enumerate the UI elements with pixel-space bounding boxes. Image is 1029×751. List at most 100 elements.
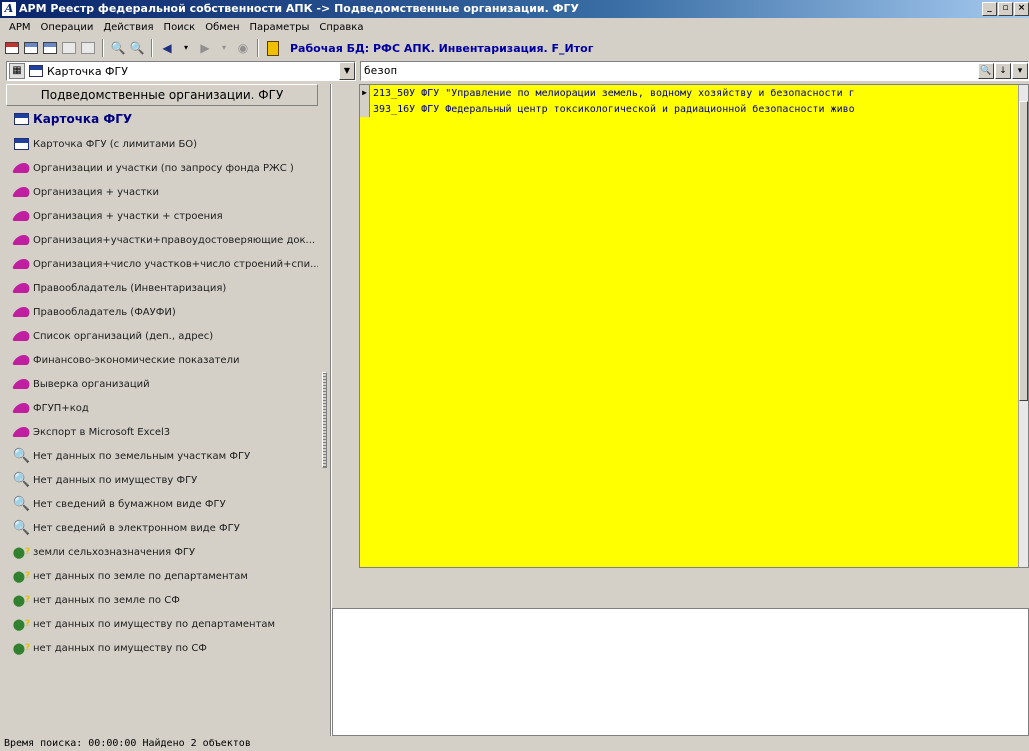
- menu-operations[interactable]: Операции: [36, 22, 99, 33]
- form-item-label: Организация+участки+правоудостоверяющие …: [33, 234, 316, 246]
- form-item[interactable]: Финансово-экономические показатели: [6, 348, 318, 372]
- form-item[interactable]: Организация+число участков+число строени…: [6, 252, 318, 276]
- form-item[interactable]: Организация + участки + строения: [6, 204, 318, 228]
- result-row-text: 393_16У ФГУ Федеральный центр токсиколог…: [373, 103, 855, 115]
- transfer-disabled-icon: [62, 42, 76, 54]
- magnifier-icon: 🔍: [12, 448, 31, 464]
- form-item-label: Финансово-экономические показатели: [33, 354, 240, 366]
- form-item-label: Организации и участки (по запросу фонда …: [33, 162, 294, 174]
- arrow-icon: [11, 185, 32, 200]
- views-icon[interactable]: ▦: [9, 63, 25, 79]
- form-item-label: нет данных по имуществу по СФ: [33, 642, 207, 654]
- scrollbar-thumb[interactable]: [1019, 101, 1028, 401]
- form-item-label: Карточка ФГУ (с лимитами БО): [33, 138, 198, 150]
- panel-header: Подведомственные организации. ФГУ: [6, 84, 318, 106]
- form-item[interactable]: ⬤? земли сельхозназначения ФГУ: [6, 540, 318, 564]
- form-item[interactable]: Список организаций (деп., адрес): [6, 324, 318, 348]
- form-item[interactable]: Выверка организаций: [6, 372, 318, 396]
- find-button[interactable]: 🔍: [110, 40, 126, 56]
- form-item[interactable]: Организации и участки (по запросу фонда …: [6, 156, 318, 180]
- db-transfer-button[interactable]: [42, 40, 58, 56]
- form-item-label: Нет сведений в бумажном виде ФГУ: [33, 498, 226, 510]
- view-selector-dropdown[interactable]: ▼: [339, 62, 355, 80]
- form-item-label: земли сельхозназначения ФГУ: [33, 546, 196, 558]
- arrow-icon: [11, 209, 32, 224]
- help-button[interactable]: ◉: [235, 40, 251, 56]
- menu-exchange[interactable]: Обмен: [200, 22, 244, 33]
- find-next-button[interactable]: 🔍: [129, 40, 145, 56]
- search-dropdown[interactable]: ▾: [1012, 63, 1028, 79]
- db-list-button[interactable]: [23, 40, 39, 56]
- db-open-button[interactable]: [4, 40, 20, 56]
- form-item[interactable]: ⬤? нет данных по земле по департаментам: [6, 564, 318, 588]
- menu-actions[interactable]: Действия: [98, 22, 158, 33]
- query-icon: ⬤?: [12, 593, 31, 607]
- form-item[interactable]: 🔍 Нет данных по земельным участкам ФГУ: [6, 444, 318, 468]
- toolbar-separator: [151, 39, 153, 57]
- form-item[interactable]: 🔍 Нет сведений в бумажном виде ФГУ: [6, 492, 318, 516]
- arrow-icon: [11, 233, 32, 248]
- result-row[interactable]: 393_16У ФГУ Федеральный центр токсиколог…: [360, 101, 1028, 117]
- form-item[interactable]: Организация + участки: [6, 180, 318, 204]
- form-item[interactable]: ⬤? нет данных по имуществу по СФ: [6, 636, 318, 660]
- print-button[interactable]: [80, 40, 96, 56]
- minimize-button[interactable]: _: [982, 2, 997, 16]
- form-item-label: нет данных по имуществу по департаментам: [33, 618, 276, 630]
- form-item-label: нет данных по земле по СФ: [33, 594, 180, 606]
- chevron-down-icon: ▾: [221, 43, 226, 52]
- splitter-handle[interactable]: [322, 372, 327, 468]
- search-options-button[interactable]: ↓: [995, 63, 1011, 79]
- query-icon: ⬤?: [12, 569, 31, 583]
- form-item[interactable]: 🔍 Нет сведений в электронном виде ФГУ: [6, 516, 318, 540]
- card-icon: [13, 112, 30, 127]
- forward-dropdown[interactable]: ▾: [216, 40, 232, 56]
- result-row[interactable]: ▶ 213_50У ФГУ "Управление по мелиорации …: [360, 85, 1028, 101]
- view-selector-value: Карточка ФГУ: [47, 64, 128, 78]
- form-item-label: Список организаций (деп., адрес): [33, 330, 214, 342]
- form-item-label: Нет сведений в электронном виде ФГУ: [33, 522, 240, 534]
- menu-arm[interactable]: АРМ: [4, 22, 36, 33]
- database-icon: [5, 42, 19, 54]
- title-bar: A АРМ Реестр федеральной собственности А…: [0, 0, 1029, 18]
- query-icon: ⬤?: [12, 641, 31, 655]
- transfer-icon: [43, 42, 57, 54]
- arrow-icon: [11, 353, 32, 368]
- detail-panel: [332, 608, 1029, 736]
- form-item-label: Нет данных по земельным участкам ФГУ: [33, 450, 251, 462]
- menu-help[interactable]: Справка: [314, 22, 368, 33]
- back-dropdown[interactable]: ▾: [178, 40, 194, 56]
- chevron-down-icon: ▾: [183, 43, 188, 52]
- form-item[interactable]: ⬤? нет данных по имуществу по департамент…: [6, 612, 318, 636]
- results-scrollbar[interactable]: [1018, 85, 1028, 567]
- db-transfer-disabled-button[interactable]: [61, 40, 77, 56]
- form-item[interactable]: Организация+участки+правоудостоверяющие …: [6, 228, 318, 252]
- toolbar: 🔍 🔍 ◀ ▾ ▶ ▾ ◉ Рабочая БД: РФС АПК. Инвен…: [0, 37, 1029, 59]
- menu-bar: АРМ Операции Действия Поиск Обмен Параме…: [0, 18, 1029, 36]
- form-item[interactable]: Правообладатель (ФАУФИ): [6, 300, 318, 324]
- forms-panel: Подведомственные организации. ФГУ Карточ…: [6, 84, 318, 736]
- exit-button[interactable]: [265, 40, 281, 56]
- back-button[interactable]: ◀: [159, 40, 175, 56]
- query-icon: ⬤?: [12, 617, 31, 631]
- menu-parameters[interactable]: Параметры: [245, 22, 315, 33]
- arrow-icon: [11, 161, 32, 176]
- form-item[interactable]: Правообладатель (Инвентаризация): [6, 276, 318, 300]
- form-item[interactable]: Карточка ФГУ: [6, 106, 318, 132]
- form-item[interactable]: Карточка ФГУ (с лимитами БО): [6, 132, 318, 156]
- search-input[interactable]: [361, 62, 961, 79]
- form-item-label: Выверка организаций: [33, 378, 150, 390]
- table-icon: [24, 42, 38, 54]
- magnifier-icon: 🔍: [12, 520, 31, 536]
- form-item[interactable]: 🔍 Нет данных по имуществу ФГУ: [6, 468, 318, 492]
- forward-button[interactable]: ▶: [197, 40, 213, 56]
- form-item[interactable]: ⬤? нет данных по земле по СФ: [6, 588, 318, 612]
- view-selector[interactable]: ▦ Карточка ФГУ ▼: [6, 61, 356, 81]
- menu-search[interactable]: Поиск: [159, 22, 201, 33]
- close-button[interactable]: ×: [1014, 2, 1029, 16]
- form-item[interactable]: Экспорт в Microsoft Excel3: [6, 420, 318, 444]
- form-item-label: Организация+число участков+число строени…: [33, 258, 318, 270]
- form-item[interactable]: ФГУП+код: [6, 396, 318, 420]
- search-bar: 🔍 ↓ ▾: [360, 61, 1029, 81]
- search-button[interactable]: 🔍: [978, 63, 994, 79]
- maximize-button[interactable]: ▫: [998, 2, 1013, 16]
